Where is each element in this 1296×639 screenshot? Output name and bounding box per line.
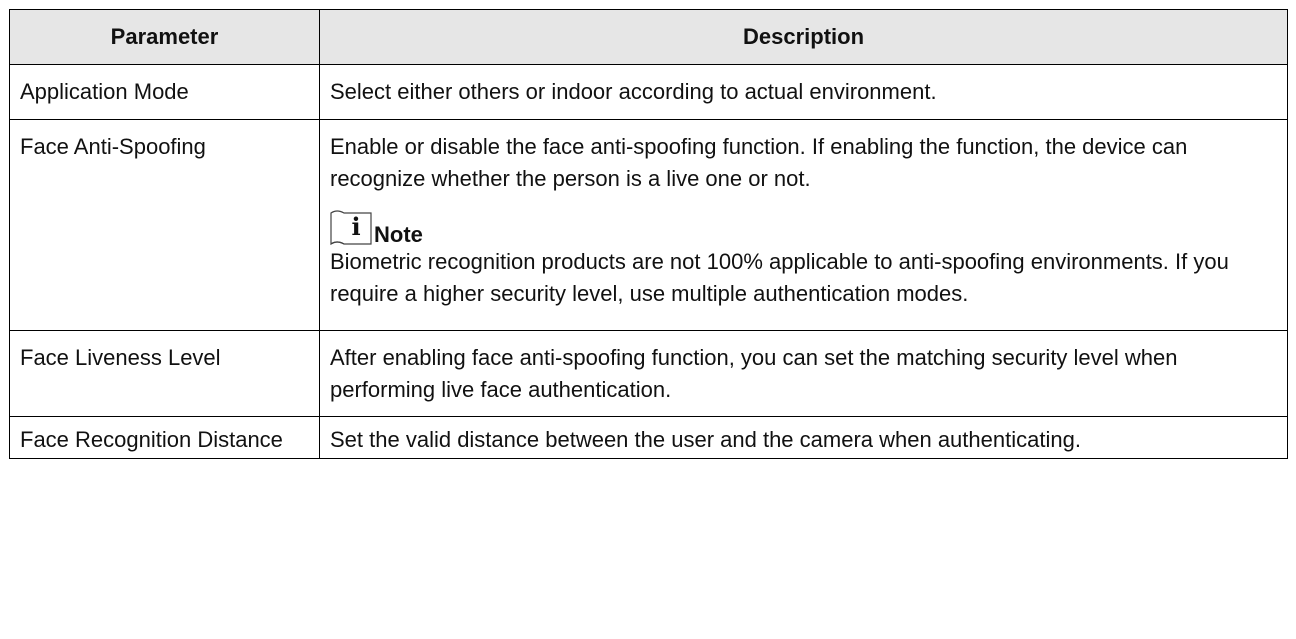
parameter-cell: Face Liveness Level <box>9 330 320 417</box>
description-text: Enable or disable the face anti-spoofing… <box>330 134 1188 191</box>
parameter-cell: Face Anti-Spoofing <box>9 119 320 331</box>
note-label: Note <box>374 222 423 247</box>
svg-text:i: i <box>351 212 360 241</box>
header-parameter: Parameter <box>9 9 320 65</box>
table-row: Face Liveness Level After enabling face … <box>9 330 1288 417</box>
header-description: Description <box>319 9 1288 65</box>
description-cell: Set the valid distance between the user … <box>319 416 1288 459</box>
note-block: i Note Biometric recognition products ar… <box>330 206 1277 322</box>
parameter-table: Parameter Description Application Mode S… <box>9 9 1288 459</box>
parameter-cell: Face Recognition Distance <box>9 416 320 459</box>
table-row: Face Recognition Distance Set the valid … <box>9 416 1288 459</box>
table-row: Application Mode Select either others or… <box>9 64 1288 120</box>
description-cell: Enable or disable the face anti-spoofing… <box>319 119 1288 331</box>
parameter-cell: Application Mode <box>9 64 320 120</box>
note-heading: i Note <box>330 206 1277 247</box>
table-row: Face Anti-Spoofing Enable or disable the… <box>9 119 1288 331</box>
description-cell: After enabling face anti-spoofing functi… <box>319 330 1288 417</box>
note-text: Biometric recognition products are not 1… <box>330 249 1229 306</box>
info-note-icon: i <box>330 210 372 246</box>
table-header-row: Parameter Description <box>9 9 1288 65</box>
description-cell: Select either others or indoor according… <box>319 64 1288 120</box>
